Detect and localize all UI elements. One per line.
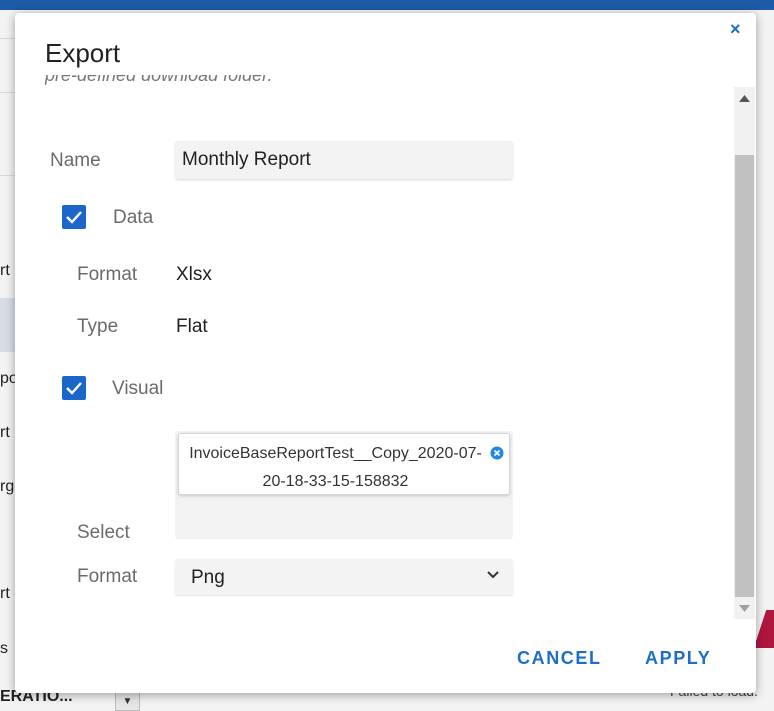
cutoff-text: pre-defined download folder. bbox=[45, 75, 273, 87]
export-dialog: Export × pre-defined download folder. Na… bbox=[15, 13, 756, 693]
data-checkbox-label[interactable]: Data bbox=[113, 207, 153, 229]
data-type-label: Type bbox=[77, 316, 119, 337]
background-divider bbox=[0, 38, 16, 39]
data-format-label: Format bbox=[77, 264, 138, 285]
background-text: rt bbox=[0, 585, 10, 602]
chevron-down-icon bbox=[487, 571, 499, 579]
remove-chip-icon[interactable] bbox=[490, 446, 504, 460]
background-text: s bbox=[0, 640, 8, 657]
visual-select-label: Select bbox=[77, 522, 130, 543]
cancel-button[interactable]: CANCEL bbox=[517, 648, 602, 669]
visual-format-label: Format bbox=[77, 566, 138, 587]
apply-button[interactable]: APPLY bbox=[645, 648, 711, 669]
chip-text: InvoiceBaseReportTest__Copy_2020-07-20-1… bbox=[189, 445, 482, 490]
background-text: rge bbox=[0, 478, 16, 495]
background-divider bbox=[0, 92, 16, 93]
selected-visual-chip: InvoiceBaseReportTest__Copy_2020-07-20-1… bbox=[178, 433, 510, 495]
scrollbar-thumb[interactable] bbox=[735, 155, 754, 597]
background-combo-button: ▼ bbox=[115, 692, 140, 711]
data-format-value: Xlsx bbox=[176, 264, 212, 285]
background-text: rt bbox=[0, 424, 10, 441]
app-header-bar bbox=[0, 0, 774, 10]
data-checkbox[interactable] bbox=[62, 205, 86, 229]
scroll-up-icon[interactable] bbox=[739, 95, 750, 102]
background-selected-row bbox=[0, 298, 16, 352]
cutoff-text-span: pre-defined download folder. bbox=[45, 75, 273, 85]
close-icon[interactable]: × bbox=[730, 19, 741, 40]
visual-format-select[interactable]: Png bbox=[175, 559, 513, 595]
data-type-value: Flat bbox=[176, 316, 208, 337]
visual-checkbox-label[interactable]: Visual bbox=[112, 378, 163, 400]
checkmark-icon bbox=[66, 382, 82, 395]
visual-format-value: Png bbox=[191, 567, 225, 588]
dialog-scrollbar[interactable] bbox=[734, 87, 755, 619]
scroll-down-icon[interactable] bbox=[739, 605, 750, 612]
checkmark-icon bbox=[66, 211, 82, 224]
visual-checkbox[interactable] bbox=[62, 376, 86, 400]
name-label: Name bbox=[50, 150, 101, 171]
background-divider bbox=[0, 175, 16, 176]
background-text: po bbox=[0, 370, 16, 387]
dialog-title: Export bbox=[45, 38, 121, 68]
name-input[interactable] bbox=[175, 141, 513, 179]
background-text: rt bbox=[0, 262, 10, 279]
